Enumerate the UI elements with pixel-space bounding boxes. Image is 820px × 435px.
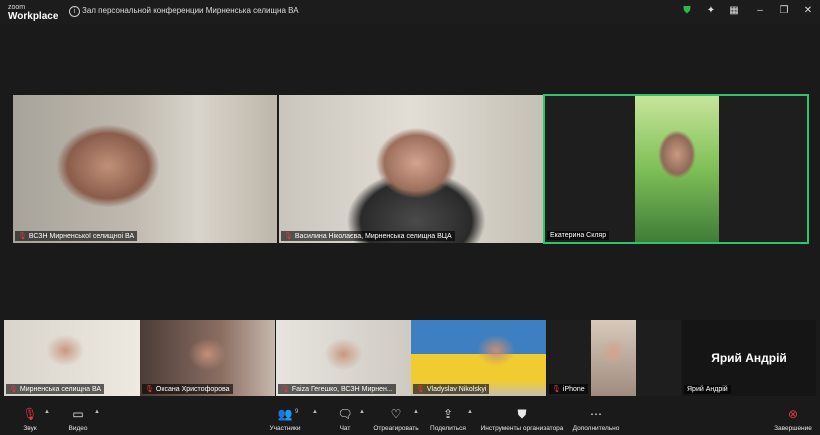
grid-icon[interactable]: ▦ <box>728 5 740 17</box>
zoom-logo: zoom Workplace <box>8 3 59 22</box>
participant-video <box>13 95 277 243</box>
video-tile[interactable]: 🎙 Мирненська селищна ВА <box>4 320 140 396</box>
participant-name-label: 🎙 Faiza Гегешко, ВСЗН Мирнен... <box>278 384 396 394</box>
more-icon: ⋯ <box>590 407 602 421</box>
video-tile[interactable]: 🎙 Василина Ніколаєва, Мирненська селищна … <box>279 95 543 243</box>
participant-name-label: 🎙 Оксана Христофорова <box>142 384 233 394</box>
video-button[interactable]: ▭ Видео <box>66 407 90 432</box>
participants-options-caret[interactable]: ▲ <box>312 409 318 415</box>
participant-name-label: Ярий Андрій <box>684 385 731 394</box>
participant-name-label: 🎙 Василина Ніколаєва, Мирненська селищна … <box>281 231 455 241</box>
muted-mic-icon: 🎙 <box>145 386 154 393</box>
meeting-control-bar: 🎙 Звук ▲ ▭ Видео ▲ 👥 Участники 9 ▲ 🗨 Чат… <box>0 401 820 435</box>
chat-icon: 🗨 <box>337 407 353 421</box>
muted-mic-icon: 🎙 <box>416 386 425 393</box>
video-camera-icon: ▭ <box>72 407 84 421</box>
share-options-caret[interactable]: ▲ <box>467 409 473 415</box>
shield-icon: ⛊ <box>517 407 527 421</box>
participant-name-label: Екатерина Скляр <box>547 231 610 240</box>
video-tile-no-camera[interactable]: Ярий Андрій Ярий Андрій <box>682 320 816 396</box>
muted-mic-icon: 🎙 <box>9 386 18 393</box>
video-tile[interactable]: 🎙 Faiza Гегешко, ВСЗН Мирнен... <box>276 320 411 396</box>
react-options-caret[interactable]: ▲ <box>413 409 419 415</box>
muted-mic-icon: 🎙 <box>552 386 561 393</box>
video-tile-active-speaker[interactable]: Екатерина Скляр <box>543 94 809 244</box>
video-tile[interactable]: 🎙 ВСЗН Мирненської селищноі ВА <box>13 95 277 243</box>
muted-mic-icon: 🎙 <box>284 233 293 240</box>
video-options-caret[interactable]: ▲ <box>94 409 100 415</box>
muted-mic-icon: 🎙 <box>18 233 27 240</box>
maximize-icon[interactable]: ❐ <box>778 5 790 17</box>
shield-icon[interactable]: ⛊ <box>681 5 693 17</box>
participant-video <box>545 96 807 242</box>
chat-button[interactable]: 🗨 Чат <box>334 407 356 432</box>
participant-name-label: 🎙 Мирненська селищна ВА <box>6 384 105 394</box>
meeting-title: Зал персональной конференции Мирненська … <box>82 6 299 15</box>
video-tile[interactable]: 🎙 Vladyslav Nikolskyi <box>411 320 546 396</box>
video-tile[interactable]: 🎙 iPhone <box>547 320 681 396</box>
participant-name-label: 🎙 Vladyslav Nikolskyi <box>413 384 490 394</box>
magic-wand-icon[interactable]: ✦ <box>705 5 717 17</box>
host-tools-button[interactable]: ⛊ Инструменты организатора <box>478 407 566 432</box>
share-screen-icon: ⇪ <box>442 407 454 421</box>
info-icon[interactable]: i <box>69 6 80 17</box>
close-icon[interactable]: ✕ <box>802 5 814 17</box>
participants-count: 9 <box>295 409 299 415</box>
brand-name: Workplace <box>8 11 59 22</box>
title-bar: zoom Workplace i Зал персональной конфер… <box>0 0 820 24</box>
end-meeting-button[interactable]: ⊗ Завершение <box>772 407 814 432</box>
muted-mic-icon: 🎙 <box>281 386 290 393</box>
more-button[interactable]: ⋯ Дополнительно <box>570 407 622 432</box>
audio-options-caret[interactable]: ▲ <box>44 409 50 415</box>
participant-display-name: Ярий Андрій <box>711 351 787 365</box>
share-button[interactable]: ⇪ Поделиться <box>428 407 468 432</box>
participant-video <box>279 95 543 243</box>
audio-button[interactable]: 🎙 Звук <box>18 407 42 432</box>
participant-name-label: 🎙 ВСЗН Мирненської селищноі ВА <box>15 231 138 241</box>
minimize-icon[interactable]: – <box>754 5 766 17</box>
chat-options-caret[interactable]: ▲ <box>359 409 365 415</box>
end-call-icon: ⊗ <box>787 407 799 421</box>
participant-name-label: 🎙 iPhone <box>549 384 588 394</box>
muted-mic-icon: 🎙 <box>22 407 38 421</box>
video-tile[interactable]: 🎙 Оксана Христофорова <box>140 320 275 396</box>
